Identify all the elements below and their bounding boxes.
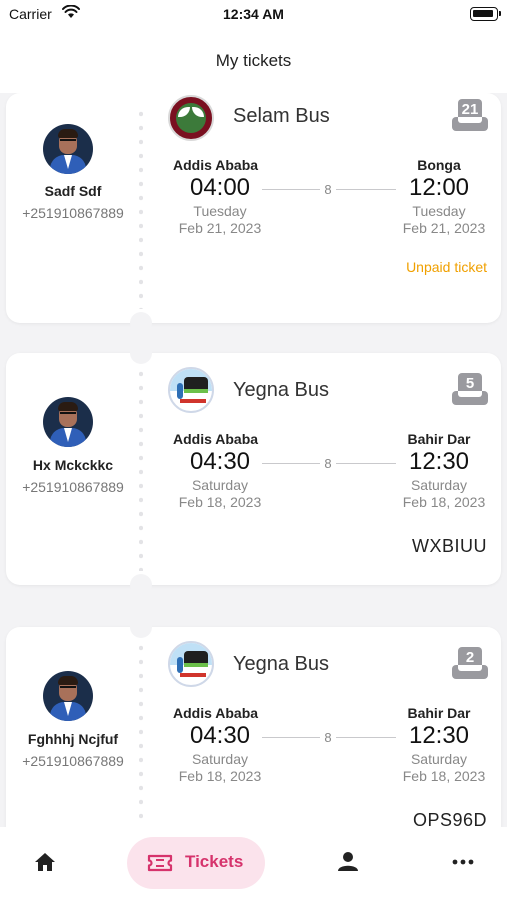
- departure-date: Feb 18, 2023: [178, 768, 262, 784]
- home-icon: [35, 853, 55, 871]
- profile-icon: [338, 852, 358, 871]
- departure-day: Saturday: [191, 477, 249, 493]
- arrival-time: 12:30: [408, 722, 470, 749]
- ticket-card[interactable]: Sadf Sdf +251910867889 Selam Bus 21 Addi…: [6, 93, 501, 334]
- seat-icon: 21: [452, 99, 488, 133]
- avatar: [43, 671, 93, 721]
- departure-day: Saturday: [191, 751, 249, 767]
- arrival-time: 12:00: [408, 174, 470, 201]
- departure-date: Feb 18, 2023: [178, 494, 262, 510]
- nav-profile[interactable]: [333, 847, 363, 877]
- ticket-card[interactable]: Hx Mckckkc +251910867889 Yegna Bus 5 Add…: [6, 342, 501, 596]
- arrival-day: Saturday: [410, 751, 468, 767]
- bottom-nav: Tickets: [0, 827, 507, 900]
- ticket-code: WXBIUU: [412, 536, 487, 556]
- passenger-name: Fghhhj Ncjfuf: [27, 731, 119, 747]
- passenger-name: Hx Mckckkc: [32, 457, 114, 473]
- arrival-day: Tuesday: [412, 203, 466, 219]
- passenger-info: Fghhhj Ncjfuf +251910867889: [6, 627, 130, 827]
- bus-name: Yegna Bus: [233, 379, 330, 401]
- arrival-date: Feb 18, 2023: [402, 494, 486, 510]
- ticket-card[interactable]: Fghhhj Ncjfuf +251910867889 Yegna Bus 2 …: [6, 616, 501, 827]
- seat-icon: 2: [452, 647, 488, 681]
- passenger-phone: +251910867889: [22, 479, 124, 495]
- yegna-bus-logo: [168, 367, 214, 413]
- passenger-info: Sadf Sdf +251910867889: [6, 93, 130, 323]
- nav-tickets-label: Tickets: [185, 852, 244, 871]
- arrival-date: Feb 18, 2023: [402, 768, 486, 784]
- bus-name: Selam Bus: [233, 105, 330, 127]
- nav-home[interactable]: [30, 847, 60, 877]
- departure-time: 04:00: [189, 174, 251, 201]
- nav-more[interactable]: [448, 847, 478, 877]
- passenger-info: Hx Mckckkc +251910867889: [6, 353, 130, 585]
- arrival-city: Bonga: [417, 157, 461, 173]
- passenger-phone: +251910867889: [22, 753, 124, 769]
- seat-number: 21: [461, 101, 479, 118]
- departure-time: 04:30: [189, 722, 251, 749]
- trip-duration: 8: [320, 730, 336, 745]
- avatar: [43, 124, 93, 174]
- bus-name: Yegna Bus: [233, 653, 330, 675]
- app-header: My tickets: [0, 30, 507, 93]
- trip-duration: 8: [320, 182, 336, 197]
- arrival-date: Feb 21, 2023: [402, 220, 486, 236]
- passenger-name: Sadf Sdf: [44, 183, 102, 199]
- ticket-code: OPS96D: [412, 810, 487, 827]
- arrival-day: Saturday: [410, 477, 468, 493]
- status-bar: Carrier 12:34 AM: [0, 0, 507, 30]
- departure-city: Addis Ababa: [173, 431, 259, 447]
- battery-icon: [470, 7, 501, 21]
- ticket-status: Unpaid ticket: [406, 259, 487, 275]
- arrival-time: 12:30: [408, 448, 470, 475]
- status-time: 12:34 AM: [223, 6, 284, 22]
- page-title: My tickets: [215, 51, 292, 70]
- ticket-list[interactable]: Sadf Sdf +251910867889 Selam Bus 21 Addi…: [0, 93, 507, 827]
- passenger-phone: +251910867889: [22, 205, 124, 221]
- more-icon: [452, 859, 474, 865]
- departure-time: 04:30: [189, 448, 251, 475]
- yegna-bus-logo: [168, 641, 214, 687]
- departure-city: Addis Ababa: [173, 157, 259, 173]
- departure-day: Tuesday: [193, 203, 247, 219]
- seat-number: 5: [465, 375, 475, 392]
- nav-tickets[interactable]: Tickets: [127, 837, 265, 889]
- selam-bus-logo: [168, 95, 214, 141]
- arrival-city: Bahir Dar: [407, 431, 471, 447]
- departure-city: Addis Ababa: [173, 705, 259, 721]
- seat-number: 2: [465, 649, 475, 666]
- trip-duration: 8: [320, 456, 336, 471]
- arrival-city: Bahir Dar: [407, 705, 471, 721]
- avatar: [43, 397, 93, 447]
- ticket-icon: [147, 854, 173, 872]
- departure-date: Feb 21, 2023: [178, 220, 262, 236]
- seat-icon: 5: [452, 373, 488, 407]
